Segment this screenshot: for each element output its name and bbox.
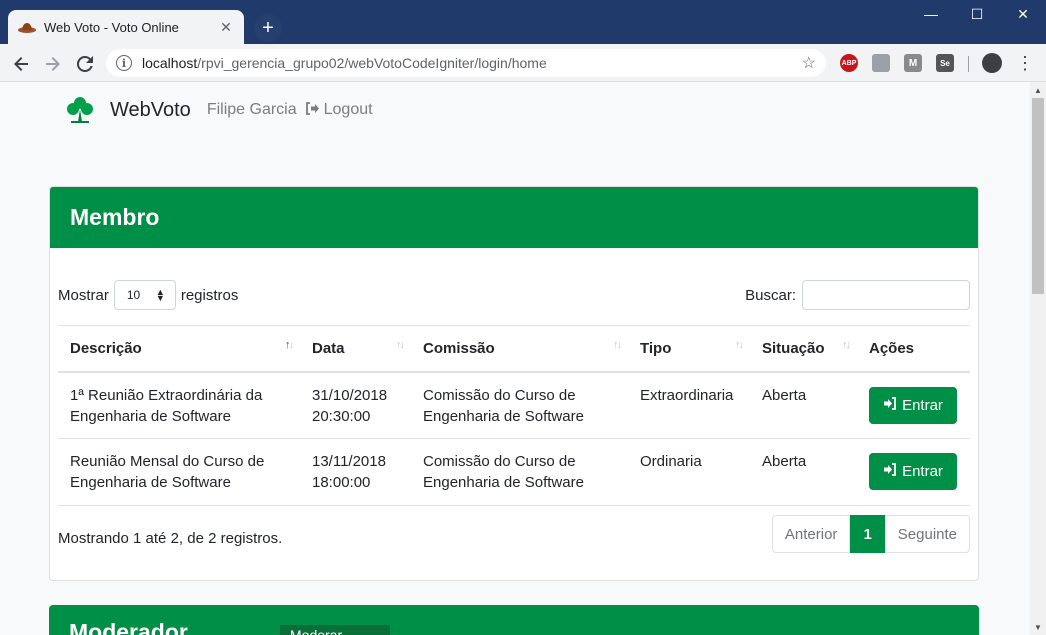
table-info: Mostrando 1 até 2, de 2 registros. — [58, 530, 283, 547]
reload-icon[interactable] — [72, 51, 98, 77]
column-label: Data — [312, 339, 345, 357]
url-text: localhost/rpvi_gerencia_grupo02/webVotoC… — [142, 55, 802, 71]
length-label-after: registros — [180, 286, 239, 304]
profile-avatar-icon[interactable] — [982, 53, 1002, 73]
column-label: Ações — [869, 339, 915, 357]
window-minimize-button[interactable]: — — [908, 0, 954, 28]
cell-situacao: Aberta — [750, 371, 857, 439]
meetings-table: Descrição ↑↓ Data ↑↓ Comissão ↑↓ Tipo ↑↓ Sit… — [58, 325, 970, 506]
column-header-situacao[interactable]: Situação ↑↓ — [750, 325, 857, 373]
bookmark-star-icon[interactable]: ☆ — [802, 53, 816, 73]
clover-logo-icon[interactable] — [64, 94, 96, 126]
column-label: Tipo — [640, 339, 672, 357]
select-updown-icon: ▲ ▼ — [155, 287, 165, 303]
sort-asc-icon: ↑↓ — [285, 339, 294, 351]
address-bar[interactable]: i localhost/rpvi_gerencia_grupo02/webVot… — [106, 49, 826, 77]
sign-in-icon — [883, 461, 897, 482]
selenium-extension-icon[interactable]: Se — [936, 54, 954, 72]
adblock-extension-icon[interactable]: ABP — [840, 54, 858, 72]
entrar-button[interactable]: Entrar — [869, 453, 957, 490]
browser-tab-strip: Web Voto - Voto Online ✕ + — ☐ ✕ — [0, 0, 1046, 44]
column-label: Descrição — [70, 339, 142, 357]
moderador-card-title: Moderador — [69, 619, 188, 635]
page-length-value: 10 — [126, 288, 141, 302]
brand-name[interactable]: WebVoto — [110, 99, 191, 122]
url-path: /rpvi_gerencia_grupo02/webVotoCodeIgnite… — [197, 55, 547, 71]
cube-extension-icon[interactable] — [872, 54, 890, 72]
page-length-control: Mostrar 10 ▲ ▼ registros — [58, 280, 238, 310]
cell-data: 31/10/2018 20:30:00 — [300, 371, 411, 439]
scroll-thumb[interactable] — [1032, 98, 1044, 294]
column-header-tipo[interactable]: Tipo ↑↓ — [628, 325, 750, 373]
pagination-next[interactable]: Seguinte — [884, 515, 970, 553]
sign-in-icon — [883, 395, 897, 416]
table-search: Buscar: — [745, 280, 970, 310]
browser-menu-icon[interactable]: ⋮ — [1016, 52, 1034, 74]
cell-comissao: Comissão do Curso de Engenharia de Softw… — [411, 371, 628, 439]
moderar-button[interactable]: Moderar — [280, 625, 390, 635]
entrar-label: Entrar — [902, 463, 943, 480]
column-header-comissao[interactable]: Comissão ↑↓ — [411, 325, 628, 373]
table-row: 1ª Reunião Extraordinária da Engenharia … — [58, 371, 970, 439]
site-info-icon[interactable]: i — [116, 55, 132, 71]
search-label: Buscar: — [745, 286, 796, 304]
logout-link[interactable]: Logout — [305, 101, 373, 119]
url-host: localhost — [142, 55, 198, 71]
membro-card-title: Membro — [50, 187, 978, 248]
tab-close-icon[interactable]: ✕ — [218, 19, 234, 36]
cell-data: 13/11/2018 18:00:00 — [300, 438, 411, 506]
back-arrow-icon[interactable] — [8, 51, 34, 77]
sort-icon: ↑↓ — [735, 339, 744, 351]
sort-icon: ↑↓ — [613, 339, 622, 351]
cell-tipo: Ordinaria — [628, 438, 750, 506]
length-label-before: Mostrar — [58, 286, 109, 304]
table-row: Reunião Mensal do Curso de Engenharia de… — [58, 438, 970, 506]
sign-out-icon — [305, 102, 319, 118]
window-close-button[interactable]: ✕ — [1000, 0, 1046, 28]
search-input[interactable] — [802, 280, 970, 310]
column-label: Comissão — [423, 339, 495, 357]
entrar-button[interactable]: Entrar — [869, 386, 957, 424]
moderador-card: Moderador Moderar — [49, 605, 979, 635]
forward-arrow-icon[interactable] — [40, 51, 66, 77]
cell-descricao: Reunião Mensal do Curso de Engenharia de… — [58, 438, 300, 506]
page-viewport: WebVoto Filipe Garcia Logout Membro Most… — [0, 82, 1030, 635]
membro-card: Membro Mostrar 10 ▲ ▼ registros Buscar: D… — [49, 186, 979, 581]
pagination-page-1[interactable]: 1 — [850, 515, 885, 553]
user-name-link[interactable]: Filipe Garcia — [207, 101, 297, 119]
browser-tab[interactable]: Web Voto - Voto Online ✕ — [8, 10, 244, 44]
toolbar-divider — [968, 56, 969, 72]
m-extension-icon[interactable]: M — [904, 54, 922, 72]
cell-descricao: 1ª Reunião Extraordinária da Engenharia … — [58, 371, 300, 439]
window-maximize-button[interactable]: ☐ — [954, 0, 1000, 28]
table-header-row: Descrição ↑↓ Data ↑↓ Comissão ↑↓ Tipo ↑↓ Sit… — [58, 325, 970, 373]
column-header-acoes: Ações — [857, 325, 970, 373]
cell-acoes: Entrar — [857, 438, 970, 506]
logout-label: Logout — [323, 101, 373, 118]
scroll-down-arrow-icon[interactable]: ▼ — [1030, 619, 1046, 635]
column-header-descricao[interactable]: Descrição ↑↓ — [58, 325, 300, 373]
cell-acoes: Entrar — [857, 371, 970, 439]
browser-toolbar: i localhost/rpvi_gerencia_grupo02/webVot… — [0, 44, 1046, 82]
site-navbar: WebVoto Filipe Garcia Logout — [64, 94, 381, 126]
pagination-previous[interactable]: Anterior — [771, 515, 851, 553]
scroll-up-arrow-icon[interactable]: ▲ — [1030, 82, 1046, 98]
page-scrollbar[interactable]: ▲ ▼ — [1030, 82, 1046, 635]
column-label: Situação — [762, 339, 825, 357]
sort-icon: ↑↓ — [842, 339, 851, 351]
page-length-select[interactable]: 10 ▲ ▼ — [113, 280, 176, 310]
pagination: Anterior 1 Seguinte — [771, 515, 970, 553]
column-header-data[interactable]: Data ↑↓ — [300, 325, 411, 373]
sort-icon: ↑↓ — [396, 339, 405, 351]
tab-title: Web Voto - Voto Online — [44, 19, 179, 35]
cell-comissao: Comissão do Curso de Engenharia de Softw… — [411, 438, 628, 506]
cell-tipo: Extraordinaria — [628, 371, 750, 439]
datatable-controls: Mostrar 10 ▲ ▼ registros Buscar: — [58, 280, 970, 310]
hat-favicon-icon — [18, 23, 36, 33]
entrar-label: Entrar — [902, 396, 943, 414]
cell-situacao: Aberta — [750, 438, 857, 506]
new-tab-button[interactable]: + — [254, 14, 282, 42]
